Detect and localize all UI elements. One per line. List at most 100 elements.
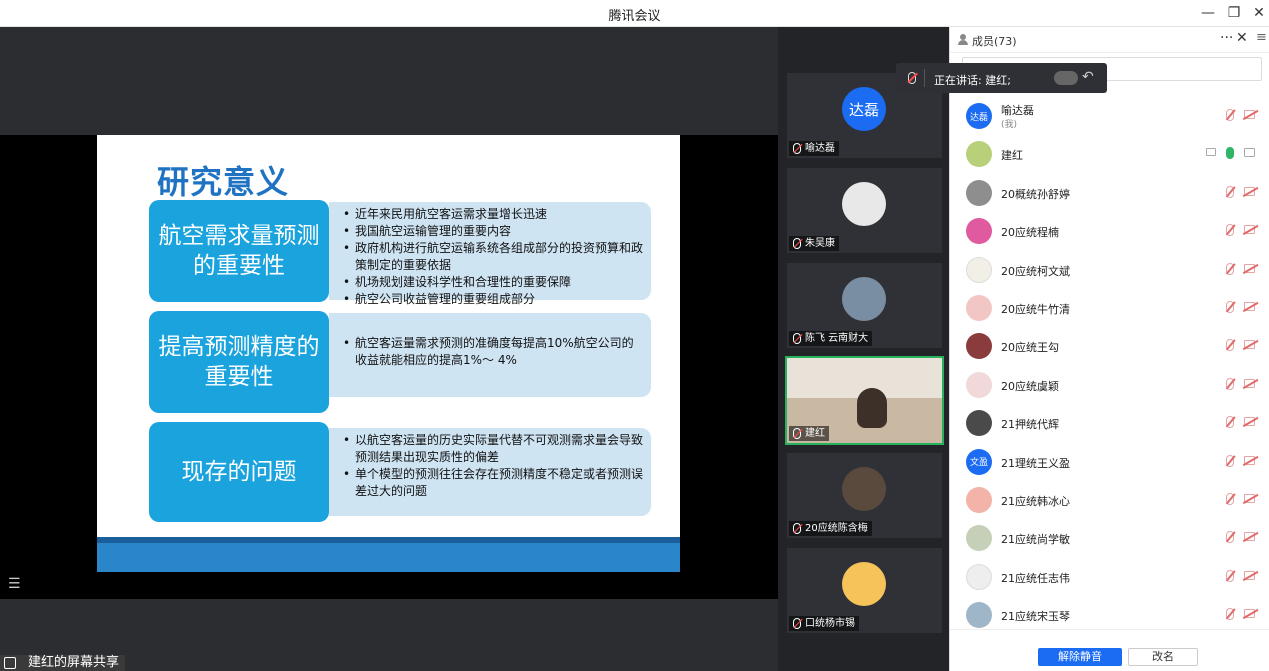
camera-off-icon[interactable] <box>1244 110 1255 119</box>
mic-muted-icon[interactable] <box>1226 185 1234 198</box>
slide-title: 研究意义 <box>157 163 290 201</box>
video-tile-active[interactable]: 建红 <box>785 356 944 445</box>
video-name-text: 陈飞 云南财大 <box>805 333 869 344</box>
avatar <box>966 410 992 437</box>
mic-muted-icon[interactable] <box>1226 416 1234 429</box>
list-item[interactable]: 达磊 喻达磊 (我) <box>950 97 1269 135</box>
mic-muted-icon[interactable] <box>1226 569 1234 582</box>
unmute-button[interactable]: 解除静音 <box>1038 648 1122 666</box>
video-name: 喻达磊 <box>789 141 839 156</box>
video-tile[interactable]: 陈飞 云南财大 <box>787 263 942 348</box>
close-icon[interactable]: ✕ <box>1247 3 1269 23</box>
video-person <box>857 388 887 428</box>
camera-off-icon[interactable] <box>1244 609 1255 619</box>
camera-off-icon[interactable] <box>1244 455 1255 465</box>
member-name: 21理统王义盈 <box>1001 456 1070 470</box>
minimize-icon[interactable]: — <box>1196 3 1220 23</box>
rename-button[interactable]: 改名 <box>1128 648 1198 666</box>
speaking-text: 正在讲话: 建红; <box>934 74 1011 87</box>
bullet-item: 单个模型的预测往往会存在预测精度不稳定或者预测误差过大的问题 <box>343 466 645 500</box>
restore-icon[interactable]: ❐ <box>1222 3 1246 23</box>
mic-muted-icon[interactable] <box>1226 454 1234 467</box>
list-item[interactable]: 20概统孙舒婷 <box>950 174 1269 212</box>
camera-off-icon[interactable] <box>1244 570 1255 580</box>
mic-muted-icon <box>908 72 916 84</box>
mic-muted-icon <box>793 238 801 249</box>
avatar <box>842 182 886 226</box>
avatar: 达磊 <box>966 103 992 129</box>
list-item[interactable]: 21应统任志伟 <box>950 558 1269 596</box>
hide-icon[interactable] <box>1054 71 1078 85</box>
camera-icon[interactable] <box>1244 148 1255 158</box>
list-item[interactable]: 21押统代辉 <box>950 404 1269 442</box>
mic-muted-icon[interactable] <box>1226 608 1234 621</box>
camera-off-icon[interactable] <box>1244 378 1255 388</box>
back-icon[interactable]: ↶ <box>1082 69 1094 85</box>
mic-muted-icon <box>793 523 801 534</box>
slide-footer-bar <box>97 537 680 572</box>
panel-footer: 解除静音 改名 <box>950 629 1269 671</box>
list-item[interactable]: 建红 <box>950 135 1269 173</box>
member-name: 20应统牛竹清 <box>1001 302 1070 316</box>
share-label: 建红的屏幕共享 <box>0 655 126 671</box>
camera-off-icon[interactable] <box>1244 417 1255 427</box>
camera-off-icon[interactable] <box>1244 340 1255 350</box>
close-icon[interactable]: ✕ <box>1236 30 1248 46</box>
panel-title: 成员(73) <box>972 35 1017 48</box>
camera-off-icon[interactable] <box>1244 493 1255 503</box>
panel-header: 成员(73) ··· ✕ ≡ <box>950 27 1269 53</box>
list-icon[interactable]: ☰ <box>8 576 24 592</box>
member-name: 20应统柯文斌 <box>1001 264 1070 278</box>
mic-muted-icon[interactable] <box>1226 262 1234 275</box>
presentation-slide: 研究意义 航空需求量预测的重要性 近年来民用航空客运需求量增长迅速 我国航空运输… <box>97 135 680 572</box>
list-item[interactable]: 21应统韩冰心 <box>950 481 1269 519</box>
section-heading: 提高预测精度的重要性 <box>149 311 329 413</box>
member-name: 21应统韩冰心 <box>1001 494 1070 508</box>
screen-share-area: 研究意义 航空需求量预测的重要性 近年来民用航空客运需求量增长迅速 我国航空运输… <box>0 27 778 671</box>
camera-off-icon[interactable] <box>1244 225 1255 235</box>
video-tile[interactable]: 朱吴康 <box>787 168 942 253</box>
avatar <box>966 333 992 360</box>
window-title: 腾讯会议 <box>608 9 661 24</box>
more-icon[interactable]: ··· <box>1220 30 1233 46</box>
list-item[interactable]: 20应统牛竹清 <box>950 289 1269 327</box>
mic-muted-icon[interactable] <box>1226 377 1234 390</box>
mic-muted-icon[interactable] <box>1226 224 1234 237</box>
video-name-text: 喻达磊 <box>805 143 835 154</box>
list-item[interactable]: 20应统虞颖 <box>950 366 1269 404</box>
list-item[interactable]: 20应统王勾 <box>950 327 1269 365</box>
avatar <box>966 294 992 321</box>
bullet-item: 政府机构进行航空运输系统各组成部分的投资预算和政策制定的重要依据 <box>343 240 645 274</box>
member-note: (我) <box>1001 120 1018 130</box>
mic-muted-icon[interactable] <box>1226 492 1234 505</box>
avatar <box>842 562 886 606</box>
bullet-item: 近年来民用航空客运需求量增长迅速 <box>343 206 645 223</box>
bullet-item: 以航空客运量的历史实际量代替不可观测需求量会导致预测结果出现实质性的偏差 <box>343 432 645 466</box>
section-content: 以航空客运量的历史实际量代替不可观测需求量会导致预测结果出现实质性的偏差 单个模… <box>329 428 651 516</box>
list-item[interactable]: 20应统程楠 <box>950 212 1269 250</box>
list-item[interactable]: 20应统柯文斌 <box>950 251 1269 289</box>
list-item[interactable]: 文盈 21理统王义盈 <box>950 443 1269 481</box>
screen-share-icon <box>4 657 16 669</box>
list-item[interactable]: 21应统尚学敏 <box>950 519 1269 557</box>
camera-off-icon[interactable] <box>1244 301 1255 311</box>
mic-on-icon[interactable] <box>1226 147 1234 160</box>
mic-muted-icon[interactable] <box>1226 339 1234 352</box>
camera-off-icon[interactable] <box>1244 263 1255 273</box>
section-content: 近年来民用航空客运需求量增长迅速 我国航空运输管理的重要内容 政府机构进行航空运… <box>329 202 651 308</box>
mic-muted-icon[interactable] <box>1226 109 1234 121</box>
video-tile[interactable]: 口统杨市锡 <box>787 548 942 633</box>
camera-off-icon[interactable] <box>1244 532 1255 542</box>
screen-share-icon <box>1206 148 1216 157</box>
camera-off-icon[interactable] <box>1244 186 1255 196</box>
video-tile[interactable]: 20应统陈含梅 <box>787 453 942 538</box>
user-icon <box>958 34 968 45</box>
mic-muted-icon[interactable] <box>1226 300 1234 313</box>
mic-muted-icon <box>793 143 801 154</box>
video-name-text: 20应统陈含梅 <box>805 523 868 534</box>
title-bar: 腾讯会议 — ❐ ✕ <box>0 0 1269 27</box>
members-panel: 成员(73) ··· ✕ ≡ 达磊 喻达磊 (我) 建红 20概统孙舒婷 20应… <box>949 27 1269 671</box>
mic-muted-icon[interactable] <box>1226 531 1234 544</box>
menu-icon[interactable]: ≡ <box>1256 30 1267 45</box>
member-name: 21应统尚学敏 <box>1001 533 1070 547</box>
